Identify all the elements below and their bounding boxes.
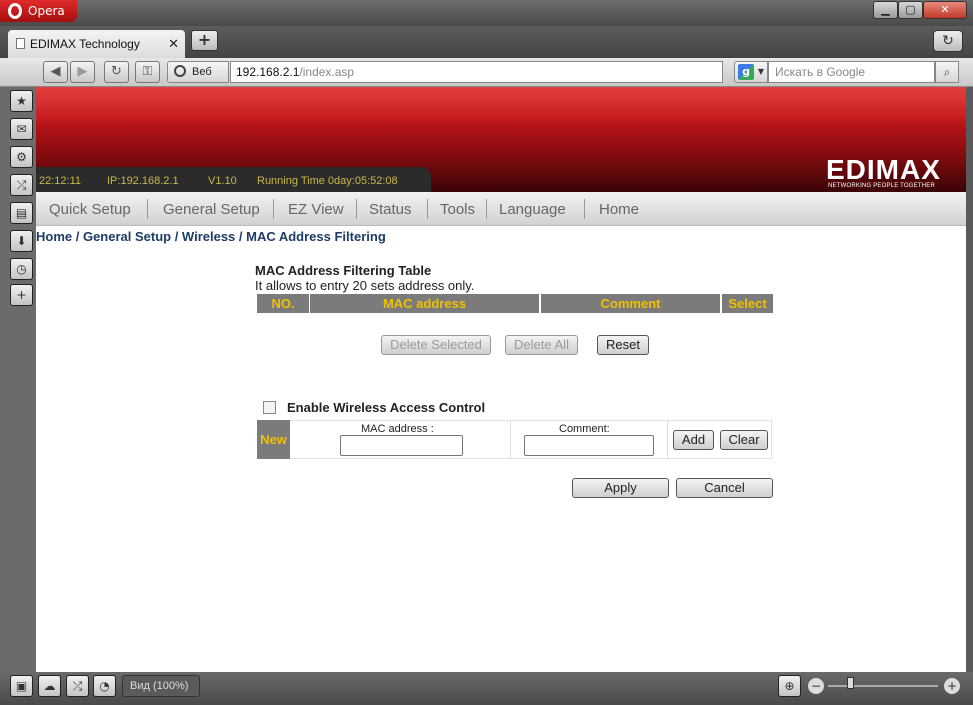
new-entry-label: New [257, 420, 290, 459]
zoom-label[interactable]: Вид (100%) [122, 675, 200, 697]
col-header-no: NO. [257, 294, 309, 313]
back-button[interactable]: ◀ [43, 61, 68, 83]
close-window-button[interactable]: ✕ [923, 1, 967, 19]
cloud-icon[interactable]: ☁ [38, 675, 61, 697]
comment-input[interactable] [524, 435, 654, 456]
mail-icon[interactable]: ✉ [10, 118, 33, 140]
add-panel-icon[interactable]: + [10, 284, 33, 306]
reset-button[interactable]: Reset [597, 335, 649, 355]
tab-bar: EDIMAX Technology ✕ [0, 26, 973, 58]
table-subtitle: It allows to entry 20 sets address only. [255, 278, 475, 293]
status-time: 22:12:11 [39, 175, 82, 187]
unite-icon[interactable]: ⤮ [10, 174, 33, 196]
address-scope[interactable]: Веб [167, 61, 229, 83]
opera-menu-button[interactable]: Opera [0, 0, 77, 22]
breadcrumb: Home / General Setup / Wireless / MAC Ad… [36, 229, 386, 244]
search-input[interactable]: Искать в Google [768, 61, 935, 83]
url-host: 192.168.2.1 [236, 65, 300, 79]
menu-quick-setup[interactable]: Quick Setup [49, 201, 131, 218]
col-header-mac: MAC address [310, 294, 539, 313]
col-header-select: Select [722, 294, 773, 313]
panel-sidebar: ★ ✉ ⚙ ⤮ ▤ ⬇ ◷ + [0, 87, 36, 672]
zoom-icon[interactable]: ⊕ [778, 675, 801, 697]
edimax-logo: EDIMAX [826, 154, 941, 185]
zoom-slider[interactable] [828, 685, 938, 687]
search-engine-select[interactable]: g ▼ [734, 61, 768, 83]
window-titlebar: Opera ▁ ▢ ✕ [0, 0, 973, 26]
address-field[interactable]: 192.168.2.1/index.asp [230, 61, 723, 83]
status-running-time: Running Time 0day:05:52:08 [257, 175, 398, 187]
notes-icon[interactable]: ▤ [10, 202, 33, 224]
minimize-button[interactable]: ▁ [873, 1, 898, 19]
clear-button[interactable]: Clear [720, 430, 768, 450]
zoom-out-icon[interactable]: − [808, 678, 824, 694]
mac-address-label: MAC address : [361, 423, 434, 435]
zoom-slider-handle[interactable] [847, 677, 854, 689]
comment-label: Comment: [559, 423, 610, 435]
panel-toggle-icon[interactable]: ▣ [10, 675, 33, 697]
enable-wireless-access-control-checkbox[interactable] [263, 401, 276, 414]
tab-edimax[interactable]: EDIMAX Technology ✕ [8, 30, 185, 58]
tab-title: EDIMAX Technology [30, 37, 140, 51]
opera-logo-icon [8, 3, 22, 19]
browser-status-bar: ▣ ☁ ⤮ ◔ Вид (100%) ⊕ − + [0, 672, 973, 705]
add-button[interactable]: Add [673, 430, 714, 450]
web-page: 22:12:11 IP:192.168.2.1 V1.10 Running Ti… [36, 87, 966, 672]
delete-all-button[interactable]: Delete All [505, 335, 578, 355]
new-tab-button[interactable]: + [191, 30, 218, 51]
closed-tabs-button[interactable]: ↻ [933, 30, 963, 52]
app-name: Opera [28, 4, 65, 18]
apply-button[interactable]: Apply [572, 478, 669, 498]
mac-address-input[interactable] [340, 435, 463, 456]
search-icon[interactable]: ⌕ [935, 61, 959, 83]
main-menu: Quick Setup General Setup EZ View Status… [36, 192, 966, 226]
enable-wireless-access-control-label: Enable Wireless Access Control [287, 400, 486, 415]
status-ip: IP:192.168.2.1 [107, 175, 179, 187]
address-scope-label: Веб [192, 66, 212, 78]
menu-status[interactable]: Status [369, 201, 412, 218]
maximize-button[interactable]: ▢ [898, 1, 923, 19]
navigation-toolbar: ◀ ▶ ↻ ⚿ Веб 192.168.2.1/index.asp g ▼ Иск… [0, 58, 973, 87]
zoom-in-icon[interactable]: + [944, 678, 960, 694]
forward-button[interactable]: ▶ [70, 61, 95, 83]
status-version: V1.10 [208, 175, 237, 187]
logo-tagline: NETWORKING PEOPLE TOGETHER [828, 183, 935, 189]
google-icon: g [738, 64, 754, 80]
downloads-icon[interactable]: ⬇ [10, 230, 33, 252]
menu-ez-view[interactable]: EZ View [288, 201, 344, 218]
history-icon[interactable]: ◷ [10, 258, 33, 280]
col-header-comment: Comment [541, 294, 720, 313]
menu-home[interactable]: Home [599, 201, 639, 218]
wand-key-button[interactable]: ⚿ [135, 61, 160, 83]
bookmarks-icon[interactable]: ★ [10, 90, 33, 112]
reload-button[interactable]: ↻ [104, 61, 129, 83]
tab-close-icon[interactable]: ✕ [168, 30, 179, 58]
menu-general-setup[interactable]: General Setup [163, 201, 260, 218]
delete-selected-button[interactable]: Delete Selected [381, 335, 491, 355]
globe-icon [174, 65, 186, 77]
page-icon [16, 38, 25, 49]
unite-status-icon[interactable]: ⤮ [66, 675, 89, 697]
menu-language[interactable]: Language [499, 201, 566, 218]
speed-dial-icon[interactable]: ◔ [93, 675, 116, 697]
table-title: MAC Address Filtering Table [255, 263, 432, 278]
chevron-down-icon: ▼ [757, 67, 764, 76]
gear-icon[interactable]: ⚙ [10, 146, 33, 168]
url-path: /index.asp [299, 65, 355, 79]
menu-tools[interactable]: Tools [440, 201, 475, 218]
cancel-button[interactable]: Cancel [676, 478, 773, 498]
